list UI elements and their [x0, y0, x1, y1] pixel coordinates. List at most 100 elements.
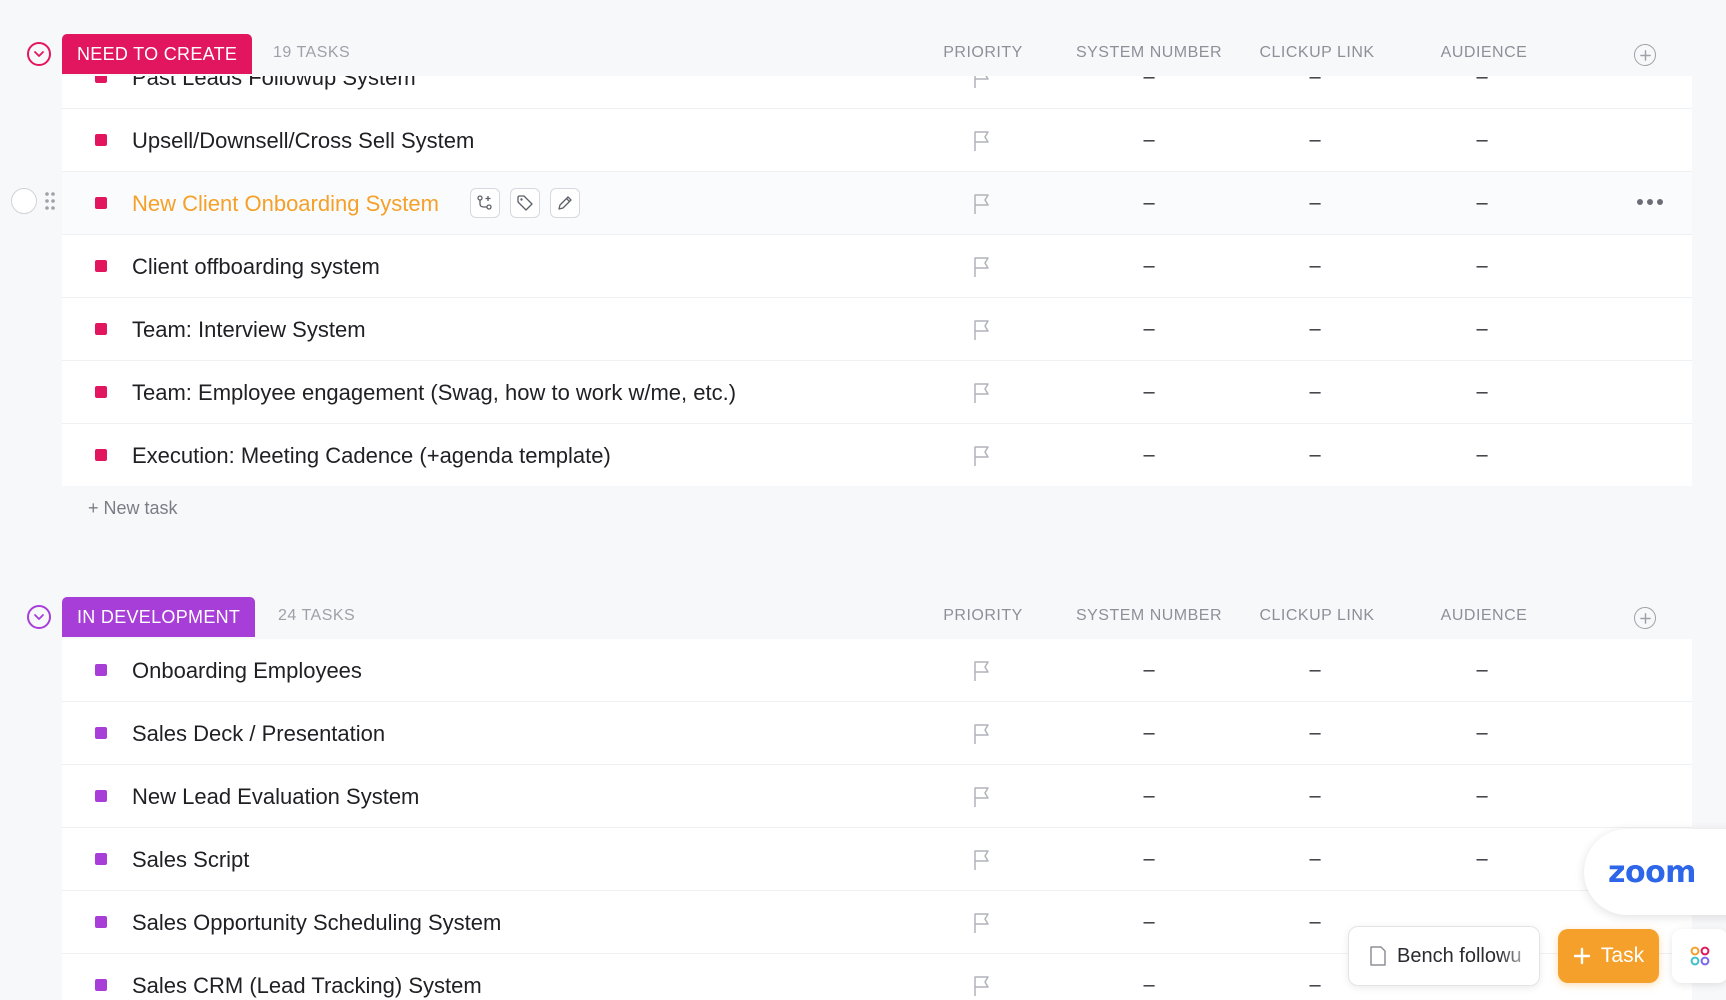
status-dot[interactable]	[95, 76, 107, 83]
flag-icon[interactable]	[972, 786, 992, 808]
apps-launcher-button[interactable]	[1672, 929, 1726, 983]
clickup-link-value[interactable]: –	[1309, 848, 1320, 871]
column-header-audience[interactable]: AUDIENCE	[1441, 607, 1528, 625]
clickup-link-value[interactable]: –	[1309, 722, 1320, 745]
flag-icon[interactable]	[972, 445, 992, 467]
task-name[interactable]: Sales Deck / Presentation	[132, 721, 385, 747]
flag-icon[interactable]	[972, 319, 992, 341]
flag-icon[interactable]	[972, 382, 992, 404]
clickup-link-value[interactable]: –	[1309, 659, 1320, 682]
drag-handle-icon[interactable]	[43, 190, 57, 212]
task-name[interactable]: Upsell/Downsell/Cross Sell System	[132, 128, 474, 154]
status-dot[interactable]	[95, 386, 107, 398]
system-number-value[interactable]: –	[1143, 318, 1154, 341]
system-number-value[interactable]: –	[1143, 974, 1154, 997]
audience-value[interactable]: –	[1476, 659, 1487, 682]
table-row[interactable]: Sales Deck / Presentation – – –	[62, 702, 1692, 765]
status-pill[interactable]: IN DEVELOPMENT	[62, 597, 256, 637]
audience-value[interactable]: –	[1476, 192, 1487, 215]
audience-value[interactable]: –	[1476, 255, 1487, 278]
column-header-system-number[interactable]: SYSTEM NUMBER	[1076, 607, 1222, 625]
task-name[interactable]: Team: Employee engagement (Swag, how to …	[132, 380, 736, 406]
clickup-link-value[interactable]: –	[1309, 76, 1320, 89]
system-number-value[interactable]: –	[1143, 444, 1154, 467]
system-number-value[interactable]: –	[1143, 911, 1154, 934]
status-dot[interactable]	[95, 197, 107, 209]
system-number-value[interactable]: –	[1143, 659, 1154, 682]
status-dot[interactable]	[95, 790, 107, 802]
flag-icon[interactable]	[972, 130, 992, 152]
table-row[interactable]: Team: Employee engagement (Swag, how to …	[62, 361, 1692, 424]
clickup-link-value[interactable]: –	[1309, 911, 1320, 934]
table-row[interactable]: Onboarding Employees – – –	[62, 639, 1692, 702]
system-number-value[interactable]: –	[1143, 255, 1154, 278]
audience-value[interactable]: –	[1476, 76, 1487, 89]
task-name[interactable]: Sales CRM (Lead Tracking) System	[132, 973, 482, 999]
column-header-audience[interactable]: AUDIENCE	[1441, 44, 1528, 62]
task-name[interactable]: Client offboarding system	[132, 254, 380, 280]
system-number-value[interactable]: –	[1143, 848, 1154, 871]
system-number-value[interactable]: –	[1143, 722, 1154, 745]
audience-value[interactable]: –	[1476, 785, 1487, 808]
audience-value[interactable]: –	[1476, 318, 1487, 341]
status-dot[interactable]	[95, 853, 107, 865]
flag-icon[interactable]	[972, 256, 992, 278]
clickup-link-value[interactable]: –	[1309, 444, 1320, 467]
system-number-value[interactable]: –	[1143, 192, 1154, 215]
flag-icon[interactable]	[972, 193, 992, 215]
bench-minimized-task[interactable]: Bench followu	[1348, 926, 1540, 986]
column-header-clickup-link[interactable]: CLICKUP LINK	[1259, 607, 1374, 625]
clickup-link-value[interactable]: –	[1309, 192, 1320, 215]
clickup-link-value[interactable]: –	[1309, 974, 1320, 997]
status-dot[interactable]	[95, 979, 107, 991]
collapse-group-toggle[interactable]	[27, 42, 51, 66]
status-dot[interactable]	[95, 916, 107, 928]
flag-icon[interactable]	[972, 660, 992, 682]
status-dot[interactable]	[95, 449, 107, 461]
task-name[interactable]: Sales Opportunity Scheduling System	[132, 910, 501, 936]
collapse-group-toggle[interactable]	[27, 605, 51, 629]
table-row[interactable]: Client offboarding system – – –	[62, 235, 1692, 298]
add-subtask-button[interactable]	[470, 188, 500, 218]
flag-icon[interactable]	[972, 76, 992, 89]
clickup-link-value[interactable]: –	[1309, 318, 1320, 341]
system-number-value[interactable]: –	[1143, 381, 1154, 404]
audience-value[interactable]: –	[1476, 722, 1487, 745]
table-row[interactable]: New Client Onboarding System – – –	[62, 172, 1692, 235]
table-row[interactable]: New Lead Evaluation System – – –	[62, 765, 1692, 828]
task-name[interactable]: Team: Interview System	[132, 317, 366, 343]
audience-value[interactable]: –	[1476, 381, 1487, 404]
clickup-link-value[interactable]: –	[1309, 785, 1320, 808]
task-name[interactable]: Onboarding Employees	[132, 658, 362, 684]
add-column-button[interactable]	[1634, 607, 1656, 629]
audience-value[interactable]: –	[1476, 848, 1487, 871]
status-dot[interactable]	[95, 727, 107, 739]
task-name[interactable]: Execution: Meeting Cadence (+agenda temp…	[132, 443, 611, 469]
task-name[interactable]: Past Leads Followup System	[132, 76, 416, 91]
status-dot[interactable]	[95, 323, 107, 335]
audience-value[interactable]: –	[1476, 444, 1487, 467]
task-name[interactable]: New Client Onboarding System	[132, 191, 439, 217]
flag-icon[interactable]	[972, 975, 992, 997]
add-tag-button[interactable]	[510, 188, 540, 218]
status-dot[interactable]	[95, 664, 107, 676]
task-name[interactable]: New Lead Evaluation System	[132, 784, 419, 810]
zoom-app-badge[interactable]: zoom	[1584, 829, 1726, 915]
row-select-checkbox[interactable]	[11, 188, 37, 214]
flag-icon[interactable]	[972, 723, 992, 745]
column-header-system-number[interactable]: SYSTEM NUMBER	[1076, 44, 1222, 62]
audience-value[interactable]: –	[1476, 129, 1487, 152]
new-task-fab[interactable]: Task	[1558, 929, 1659, 983]
table-row[interactable]: Upsell/Downsell/Cross Sell System – – –	[62, 109, 1692, 172]
column-header-clickup-link[interactable]: CLICKUP LINK	[1259, 44, 1374, 62]
clickup-link-value[interactable]: –	[1309, 381, 1320, 404]
flag-icon[interactable]	[972, 849, 992, 871]
clickup-link-value[interactable]: –	[1309, 129, 1320, 152]
task-name[interactable]: Sales Script	[132, 847, 249, 873]
column-header-priority[interactable]: PRIORITY	[943, 607, 1023, 625]
table-row[interactable]: Past Leads Followup System – – –	[62, 76, 1692, 109]
column-header-priority[interactable]: PRIORITY	[943, 44, 1023, 62]
status-dot[interactable]	[95, 134, 107, 146]
new-task-button[interactable]: + New task	[88, 498, 178, 519]
system-number-value[interactable]: –	[1143, 76, 1154, 89]
